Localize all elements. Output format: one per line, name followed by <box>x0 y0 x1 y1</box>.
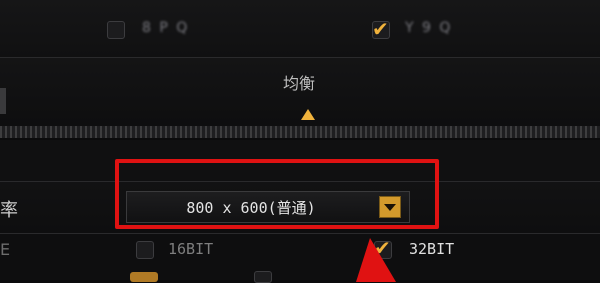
balance-row: 均衡 <box>0 58 600 126</box>
option-2-label: Y 9 Q <box>405 20 453 36</box>
resolution-row-label: 率 <box>0 200 18 221</box>
option-2-checkbox[interactable]: ✔ <box>372 17 390 41</box>
checkmark-icon: ✔ <box>372 17 389 41</box>
16bit-checkbox[interactable] <box>136 241 154 259</box>
scale-edge-left <box>0 88 6 114</box>
slider-marker-icon[interactable] <box>301 109 315 120</box>
option-1-label: 8 P Q <box>142 20 190 36</box>
color-depth-row: E 16BIT ✔ 32BIT <box>0 234 600 280</box>
color-depth-row-label: E <box>0 240 11 259</box>
top-options-row: 8 P Q ✔ Y 9 Q <box>0 0 600 58</box>
pointer-arrow-icon <box>356 238 396 282</box>
quality-slider-track[interactable] <box>0 126 600 138</box>
next-row-checkbox[interactable] <box>254 271 272 283</box>
option-1-checkbox[interactable] <box>107 21 125 39</box>
16bit-label: 16BIT <box>168 240 214 258</box>
next-row-control[interactable] <box>130 272 158 282</box>
balance-label: 均衡 <box>283 74 316 93</box>
highlight-box <box>115 159 439 229</box>
